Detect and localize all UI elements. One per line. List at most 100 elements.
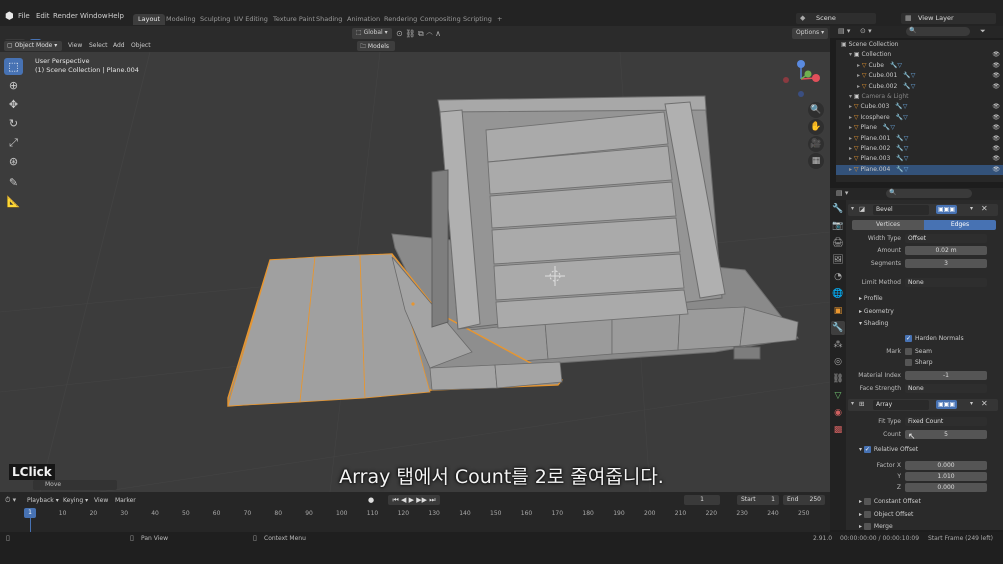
menu-edit[interactable]: Edit (36, 12, 50, 20)
relative-offset-panel[interactable]: ▾ ✓ Relative Offset (859, 446, 918, 453)
timeline-type-icon[interactable]: ⏱ ▾ (5, 496, 16, 505)
eye-icon[interactable]: 👁 (992, 61, 1000, 71)
outliner-item[interactable]: ▸ ▽ Icosphere 🔧▽ 👁 (836, 113, 1003, 123)
hand-icon[interactable]: ✋ (808, 119, 824, 135)
view-layer-tab-icon[interactable]: 🖼 (831, 253, 845, 267)
add-workspace-button[interactable]: + (492, 14, 507, 25)
outliner-root[interactable]: ▣ Scene Collection (836, 40, 1003, 50)
end-frame-field[interactable]: End 250 (783, 495, 825, 505)
scene-selector[interactable]: ◆ Scene (796, 13, 876, 24)
outliner-type-icon[interactable]: ▤ ▾ (838, 27, 850, 35)
modifier-visibility-icons[interactable]: ▣▣▣ (936, 400, 958, 409)
material-tab-icon[interactable]: ◉ (831, 406, 845, 420)
pivot-icon[interactable]: ⊙ ⛓ (396, 29, 415, 38)
outliner-item[interactable]: ▸ ▽ Plane.001 🔧▽ 👁 (836, 134, 1003, 144)
menu-keying[interactable]: Keying ▾ (63, 497, 88, 504)
measure-icon[interactable]: 📐 (4, 193, 23, 210)
tool-tab-icon[interactable]: 🔧 (831, 202, 845, 216)
3d-viewport[interactable]: User Perspective (1) Scene Collection | … (0, 52, 830, 492)
outliner-item[interactable]: ▸ ▽ Plane.003 🔧▽ 👁 (836, 154, 1003, 164)
bevel-menu-icon[interactable]: ▾ (970, 205, 973, 212)
eye-icon[interactable]: 👁 (992, 154, 1000, 164)
material-index-field[interactable]: -1 (905, 371, 987, 380)
navigation-gizmo[interactable] (778, 56, 824, 102)
properties-type-icon[interactable]: ▤ ▾ (836, 189, 848, 197)
outliner-item[interactable]: ▸ ▽ Plane.002 🔧▽ 👁 (836, 144, 1003, 154)
frame-ruler[interactable]: 0102030405060708090100110120130140150160… (0, 506, 830, 518)
start-frame-field[interactable]: Start 1 (737, 495, 779, 505)
constant-offset-panel[interactable]: ▸ Constant Offset (859, 498, 921, 505)
eye-icon[interactable]: 👁 (992, 71, 1000, 81)
array-remove-icon[interactable]: ✕ (981, 399, 988, 408)
menu-add[interactable]: Add (113, 42, 125, 49)
edges-toggle[interactable]: Edges (924, 220, 996, 230)
eye-icon[interactable]: 👁 (992, 113, 1000, 123)
rotate-icon[interactable]: ↻ (4, 115, 23, 132)
physics-tab-icon[interactable]: ◎ (831, 355, 845, 369)
eye-icon[interactable]: 👁 (992, 165, 1000, 175)
fit-type-dropdown[interactable]: Fixed Count (905, 417, 987, 426)
snap-icon[interactable]: ⧉ ⌒ ∧ (418, 29, 441, 39)
eye-icon[interactable]: 👁 (992, 102, 1000, 112)
limit-method-dropdown[interactable]: None (905, 278, 987, 287)
tab-uv-editing[interactable]: UV Editing (229, 14, 273, 25)
eye-icon[interactable]: 👁 (992, 82, 1000, 92)
menu-object[interactable]: Object (131, 42, 151, 49)
modifier-visibility-icons[interactable]: ▣▣▣ (936, 205, 958, 214)
collapse-arrow-icon[interactable]: ▾ (851, 400, 854, 407)
output-tab-icon[interactable]: 🖨 (831, 236, 845, 250)
profile-panel[interactable]: ▸ Profile (859, 295, 883, 302)
outliner-item[interactable]: ▸ ▽ Cube.003 🔧▽ 👁 (836, 102, 1003, 112)
models-dropdown[interactable]: 🗀 Models (357, 41, 395, 51)
array-name-field[interactable]: Array (873, 400, 929, 410)
object-mode-dropdown[interactable]: ▢ Object Mode ▾ (4, 41, 62, 51)
view-layer-selector[interactable]: ▦ View Layer (901, 13, 996, 24)
array-menu-icon[interactable]: ▾ (970, 400, 973, 407)
transform-icon[interactable]: ⊛ (4, 153, 23, 170)
merge-panel[interactable]: ▸ Merge (859, 523, 893, 530)
grid-icon[interactable]: ▦ (808, 153, 824, 169)
world-tab-icon[interactable]: 🌐 (831, 287, 845, 301)
object-tab-icon[interactable]: ▣ (831, 304, 845, 318)
scale-icon[interactable]: ⤢ (4, 134, 23, 151)
orientation-dropdown[interactable]: ⬚ Global ▾ (352, 28, 392, 39)
eye-icon[interactable]: 👁 (992, 50, 1000, 60)
outliner-search-input[interactable]: 🔍 (906, 27, 970, 36)
shading-panel[interactable]: ▾ Shading (859, 320, 888, 327)
scene-tab-icon[interactable]: ◔ (831, 270, 845, 284)
data-tab-icon[interactable]: ▽ (831, 389, 845, 403)
outliner-item[interactable]: ▾ ▣ Collection 👁 (836, 50, 1003, 60)
texture-tab-icon[interactable]: ▩ (831, 423, 845, 437)
outliner-item[interactable]: ▸ ▽ Cube.001 🔧▽ 👁 (836, 71, 1003, 81)
blender-logo-icon[interactable]: ⬢ (5, 11, 14, 22)
menu-file[interactable]: File (18, 12, 30, 20)
menu-help[interactable]: Help (108, 12, 124, 20)
move-icon[interactable]: ✥ (4, 96, 23, 113)
eye-icon[interactable]: 👁 (992, 144, 1000, 154)
camera-icon[interactable]: 🎥 (808, 136, 824, 152)
vertices-toggle[interactable]: Vertices (852, 220, 924, 230)
bevel-remove-icon[interactable]: ✕ (981, 204, 988, 213)
playback-controls[interactable]: ⏮ ◀ ▶ ▶▶ ⏭ (388, 495, 440, 505)
object-offset-panel[interactable]: ▸ Object Offset (859, 511, 913, 518)
wrench-icon[interactable]: 🔧 (831, 321, 845, 335)
menu-view[interactable]: View (68, 42, 82, 49)
outliner-item[interactable]: ▸ ▽ Cube.002 🔧▽ 👁 (836, 82, 1003, 92)
zoom-icon[interactable]: 🔍 (808, 102, 824, 118)
menu-marker[interactable]: Marker (115, 497, 136, 504)
outliner-item[interactable]: ▸ ▽ Plane.004 🔧▽ 👁 (836, 164, 1003, 176)
eye-icon[interactable]: 👁 (992, 134, 1000, 144)
menu-render[interactable]: Render (53, 12, 78, 20)
menu-playback[interactable]: Playback ▾ (27, 497, 59, 504)
constraints-tab-icon[interactable]: ⛓ (831, 372, 845, 386)
eye-icon[interactable]: 👁 (992, 123, 1000, 133)
playhead[interactable]: 1 (24, 508, 36, 518)
harden-normals-checkbox[interactable]: ✓ Harden Normals (905, 335, 964, 342)
render-tab-icon[interactable]: 📷 (831, 219, 845, 233)
annotate-icon[interactable]: ✎ (4, 174, 23, 191)
width-type-dropdown[interactable]: Offset (905, 234, 987, 243)
outliner-item[interactable]: ▸ ▽ Plane 🔧▽ 👁 (836, 123, 1003, 133)
amount-field[interactable]: 0.02 m (905, 246, 987, 255)
menu-timeline-view[interactable]: View (94, 497, 108, 504)
select-icon[interactable]: ⬚ (4, 58, 23, 75)
